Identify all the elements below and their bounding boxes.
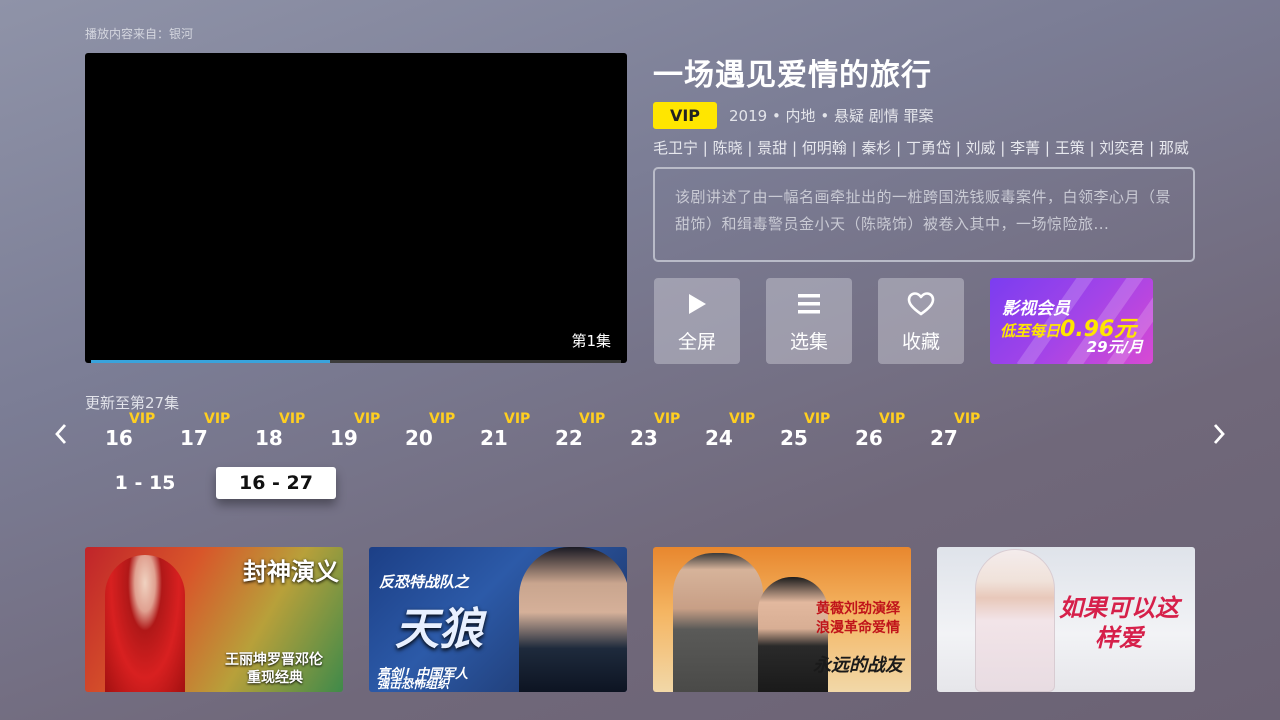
poster-title: 永远的战友 [813, 655, 903, 676]
episode-vip-badge: VIP [429, 411, 456, 427]
episode-item[interactable]: 19 VIP [330, 410, 405, 454]
poster-caption: 王丽坤罗晋邓伦 [225, 652, 323, 668]
chevron-left-icon [55, 424, 67, 444]
episode-vip-badge: VIP [579, 411, 606, 427]
fullscreen-button[interactable]: 全屏 [654, 278, 740, 364]
episode-item[interactable]: 26 VIP [855, 410, 930, 454]
progress-fill [91, 360, 330, 363]
fullscreen-label: 全屏 [677, 330, 716, 353]
play-icon [686, 289, 708, 319]
video-player[interactable]: 第1集 [85, 53, 627, 363]
poster-title: 封神演义 [243, 557, 339, 586]
episode-vip-badge: VIP [729, 411, 756, 427]
episode-number: 25 [780, 426, 808, 450]
episode-vip-badge: VIP [879, 411, 906, 427]
promo-monthly: 29元/月 [1086, 338, 1143, 356]
recommendation-card[interactable]: 如果可以这样爱 [937, 547, 1195, 692]
episode-vip-badge: VIP [804, 411, 831, 427]
show-title: 一场遇见爱情的旅行 [653, 58, 932, 93]
promo-price-prefix: 低至每日 [1000, 322, 1061, 340]
episode-select-button[interactable]: 选集 [766, 278, 852, 364]
episode-item[interactable]: 18 VIP [255, 410, 330, 454]
episode-vip-badge: VIP [354, 411, 381, 427]
vip-promo-banner[interactable]: 影视会员 低至每日0.96元 29元/月 [990, 278, 1153, 364]
poster-figure [975, 549, 1055, 692]
description-box[interactable]: 该剧讲述了由一幅名画牵扯出的一桩跨国洗钱贩毒案件，白领李心月（景甜饰）和缉毒警员… [653, 167, 1195, 262]
episode-number: 24 [705, 426, 733, 450]
episode-item[interactable]: 22 VIP [555, 410, 630, 454]
episode-number: 22 [555, 426, 583, 450]
episode-number: 18 [255, 426, 283, 450]
episodes-next-arrow[interactable] [1207, 421, 1231, 447]
episode-item[interactable]: 25 VIP [780, 410, 855, 454]
episode-vip-badge: VIP [129, 411, 156, 427]
episode-vip-badge: VIP [654, 411, 681, 427]
episode-number: 17 [180, 426, 208, 450]
episode-vip-badge: VIP [204, 411, 231, 427]
episode-item[interactable]: 20 VIP [405, 410, 480, 454]
poster-title: 如果可以这样爱 [1059, 593, 1179, 652]
poster-caption: 重现经典 [247, 670, 303, 686]
episode-item[interactable]: 17 VIP [180, 410, 255, 454]
heart-icon [907, 289, 935, 319]
content-source: 播放内容来自：银河 [85, 27, 194, 41]
favorite-button[interactable]: 收藏 [878, 278, 964, 364]
poster-title: 天狼 [395, 604, 483, 655]
recommendation-card[interactable]: 封神演义 王丽坤罗晋邓伦 重现经典 [85, 547, 343, 692]
episode-select-label: 选集 [789, 330, 828, 353]
poster-figure [519, 547, 627, 692]
episode-item[interactable]: 16 VIP [105, 410, 180, 454]
current-episode-label: 第1集 [571, 332, 611, 350]
poster-caption: 浪漫革命爱情 [816, 620, 900, 636]
meta-row: VIP 2019 • 内地 • 悬疑 剧情 罪案 [653, 102, 933, 129]
poster-banner: 反恐特战队之 [379, 573, 470, 591]
episode-number: 19 [330, 426, 358, 450]
episode-item[interactable]: 24 VIP [705, 410, 780, 454]
episode-item[interactable]: 27 VIP [930, 410, 1005, 454]
episode-vip-badge: VIP [504, 411, 531, 427]
episode-number: 20 [405, 426, 433, 450]
episode-number: 16 [105, 426, 133, 450]
range-tab-1-15[interactable]: 1 - 15 [85, 467, 205, 499]
episode-number: 23 [630, 426, 658, 450]
episode-item[interactable]: 23 VIP [630, 410, 705, 454]
recommendation-card[interactable]: 黄薇刘劲演绎 浪漫革命爱情 永远的战友 [653, 547, 911, 692]
chevron-right-icon [1213, 424, 1225, 444]
progress-bar[interactable] [91, 360, 621, 363]
range-tab-16-27[interactable]: 16 - 27 [216, 467, 336, 499]
episode-number: 21 [480, 426, 508, 450]
episode-vip-badge: VIP [954, 411, 981, 427]
favorite-label: 收藏 [901, 330, 940, 353]
cast-list: 毛卫宁 | 陈晓 | 景甜 | 何明翰 | 秦杉 | 丁勇岱 | 刘威 | 李菁… [653, 139, 1189, 157]
poster-caption: 强击恐怖组织 [377, 677, 450, 691]
show-meta: 2019 • 内地 • 悬疑 剧情 罪案 [729, 107, 934, 125]
recommendation-card[interactable]: 反恐特战队之 天狼 亮剑！中国军人 强击恐怖组织 [369, 547, 627, 692]
poster-caption: 黄薇刘劲演绎 [816, 601, 900, 617]
poster-figure [105, 555, 185, 692]
poster-figure [673, 553, 763, 692]
episode-item[interactable]: 21 VIP [480, 410, 555, 454]
vip-badge: VIP [653, 102, 717, 129]
episode-number: 26 [855, 426, 883, 450]
episode-vip-badge: VIP [279, 411, 306, 427]
list-icon [797, 289, 821, 319]
episodes-prev-arrow[interactable] [49, 421, 73, 447]
episode-number: 27 [930, 426, 958, 450]
